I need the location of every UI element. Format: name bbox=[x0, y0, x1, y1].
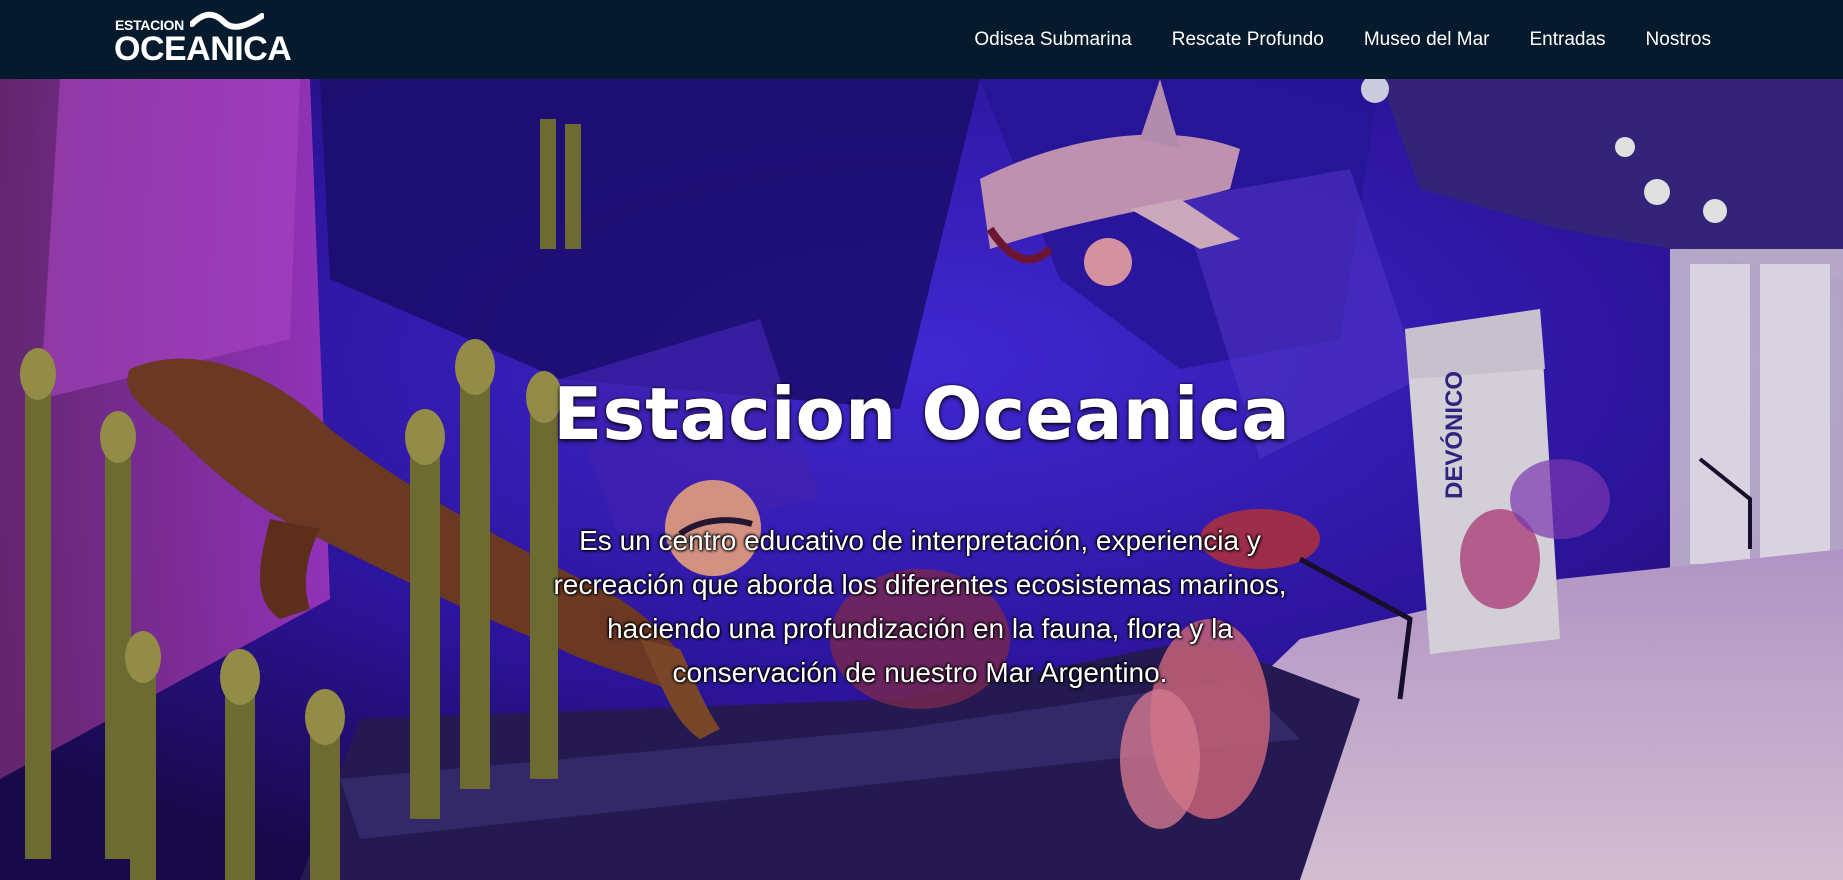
top-navbar: ESTACION OCEANICA Odisea Submarina Resca… bbox=[0, 0, 1843, 79]
nav-odisea-submarina[interactable]: Odisea Submarina bbox=[974, 29, 1131, 51]
main-nav: Odisea Submarina Rescate Profundo Museo … bbox=[974, 0, 1711, 79]
hero-background-image: DEVÓNICO bbox=[0, 79, 1843, 880]
nav-museo-del-mar[interactable]: Museo del Mar bbox=[1364, 29, 1490, 51]
hero-description: Es un centro educativo de interpretación… bbox=[553, 525, 1287, 688]
hero-section: DEVÓNICO Estacion Oceanica Es un centro … bbox=[0, 79, 1843, 880]
site-logo[interactable]: ESTACION OCEANICA bbox=[114, 10, 304, 68]
hero-title: Estacion Oceanica bbox=[553, 372, 1290, 456]
wave-icon bbox=[190, 11, 264, 30]
nav-nostros[interactable]: Nostros bbox=[1646, 29, 1711, 51]
nav-entradas[interactable]: Entradas bbox=[1529, 29, 1605, 51]
logo-line-2: OCEANICA bbox=[114, 30, 292, 68]
nav-rescate-profundo[interactable]: Rescate Profundo bbox=[1172, 29, 1324, 51]
